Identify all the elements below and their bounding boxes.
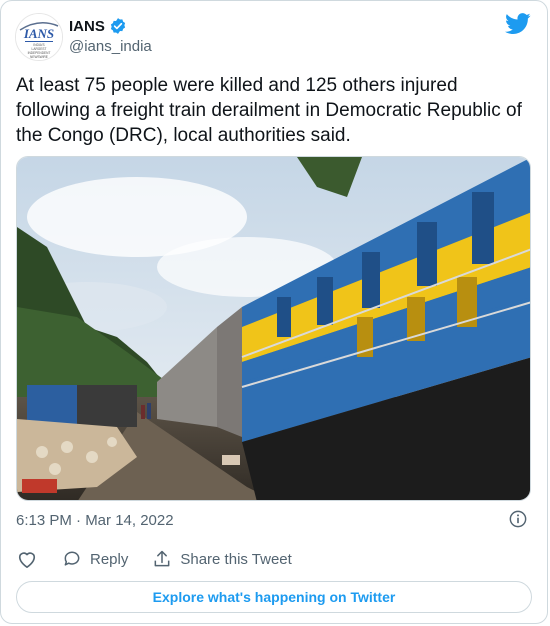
heart-icon — [18, 552, 36, 568]
twitter-bird-icon[interactable] — [505, 13, 531, 40]
reply-button[interactable]: Reply — [62, 549, 128, 569]
svg-text:NEWSWIRE: NEWSWIRE — [30, 55, 48, 59]
tweet-card: IANS INDIA'S LARGEST INDEPENDENT NEWSWIR… — [0, 0, 548, 624]
tweet-timestamp[interactable]: 6:13 PM · Mar 14, 2022 — [16, 512, 174, 529]
tweet-text: At least 75 people were killed and 125 o… — [16, 75, 522, 146]
tweet-actions: Reply Share this Tweet — [16, 549, 316, 569]
explore-label[interactable]: Explore what's happening on Twitter — [153, 589, 396, 605]
like-button[interactable] — [16, 549, 38, 569]
author-name[interactable]: IANS — [69, 18, 105, 35]
reply-label[interactable]: Reply — [90, 551, 128, 568]
author-handle[interactable]: @ians_india — [69, 38, 152, 55]
share-icon — [154, 550, 170, 567]
reply-icon — [64, 551, 80, 566]
verified-badge-icon — [110, 18, 125, 34]
svg-text:IANS: IANS — [23, 26, 54, 41]
ians-logo: IANS INDIA'S LARGEST INDEPENDENT NEWSWIR… — [16, 14, 62, 60]
info-icon[interactable] — [509, 510, 527, 533]
share-button[interactable]: Share this Tweet — [152, 549, 292, 569]
train-derailment-photo — [17, 157, 530, 500]
author-name-row[interactable]: IANS — [69, 17, 127, 35]
explore-twitter-button[interactable]: Explore what's happening on Twitter — [16, 581, 532, 613]
share-label[interactable]: Share this Tweet — [180, 551, 291, 568]
tweet-photo[interactable] — [16, 156, 531, 501]
avatar[interactable]: IANS INDIA'S LARGEST INDEPENDENT NEWSWIR… — [15, 13, 63, 61]
